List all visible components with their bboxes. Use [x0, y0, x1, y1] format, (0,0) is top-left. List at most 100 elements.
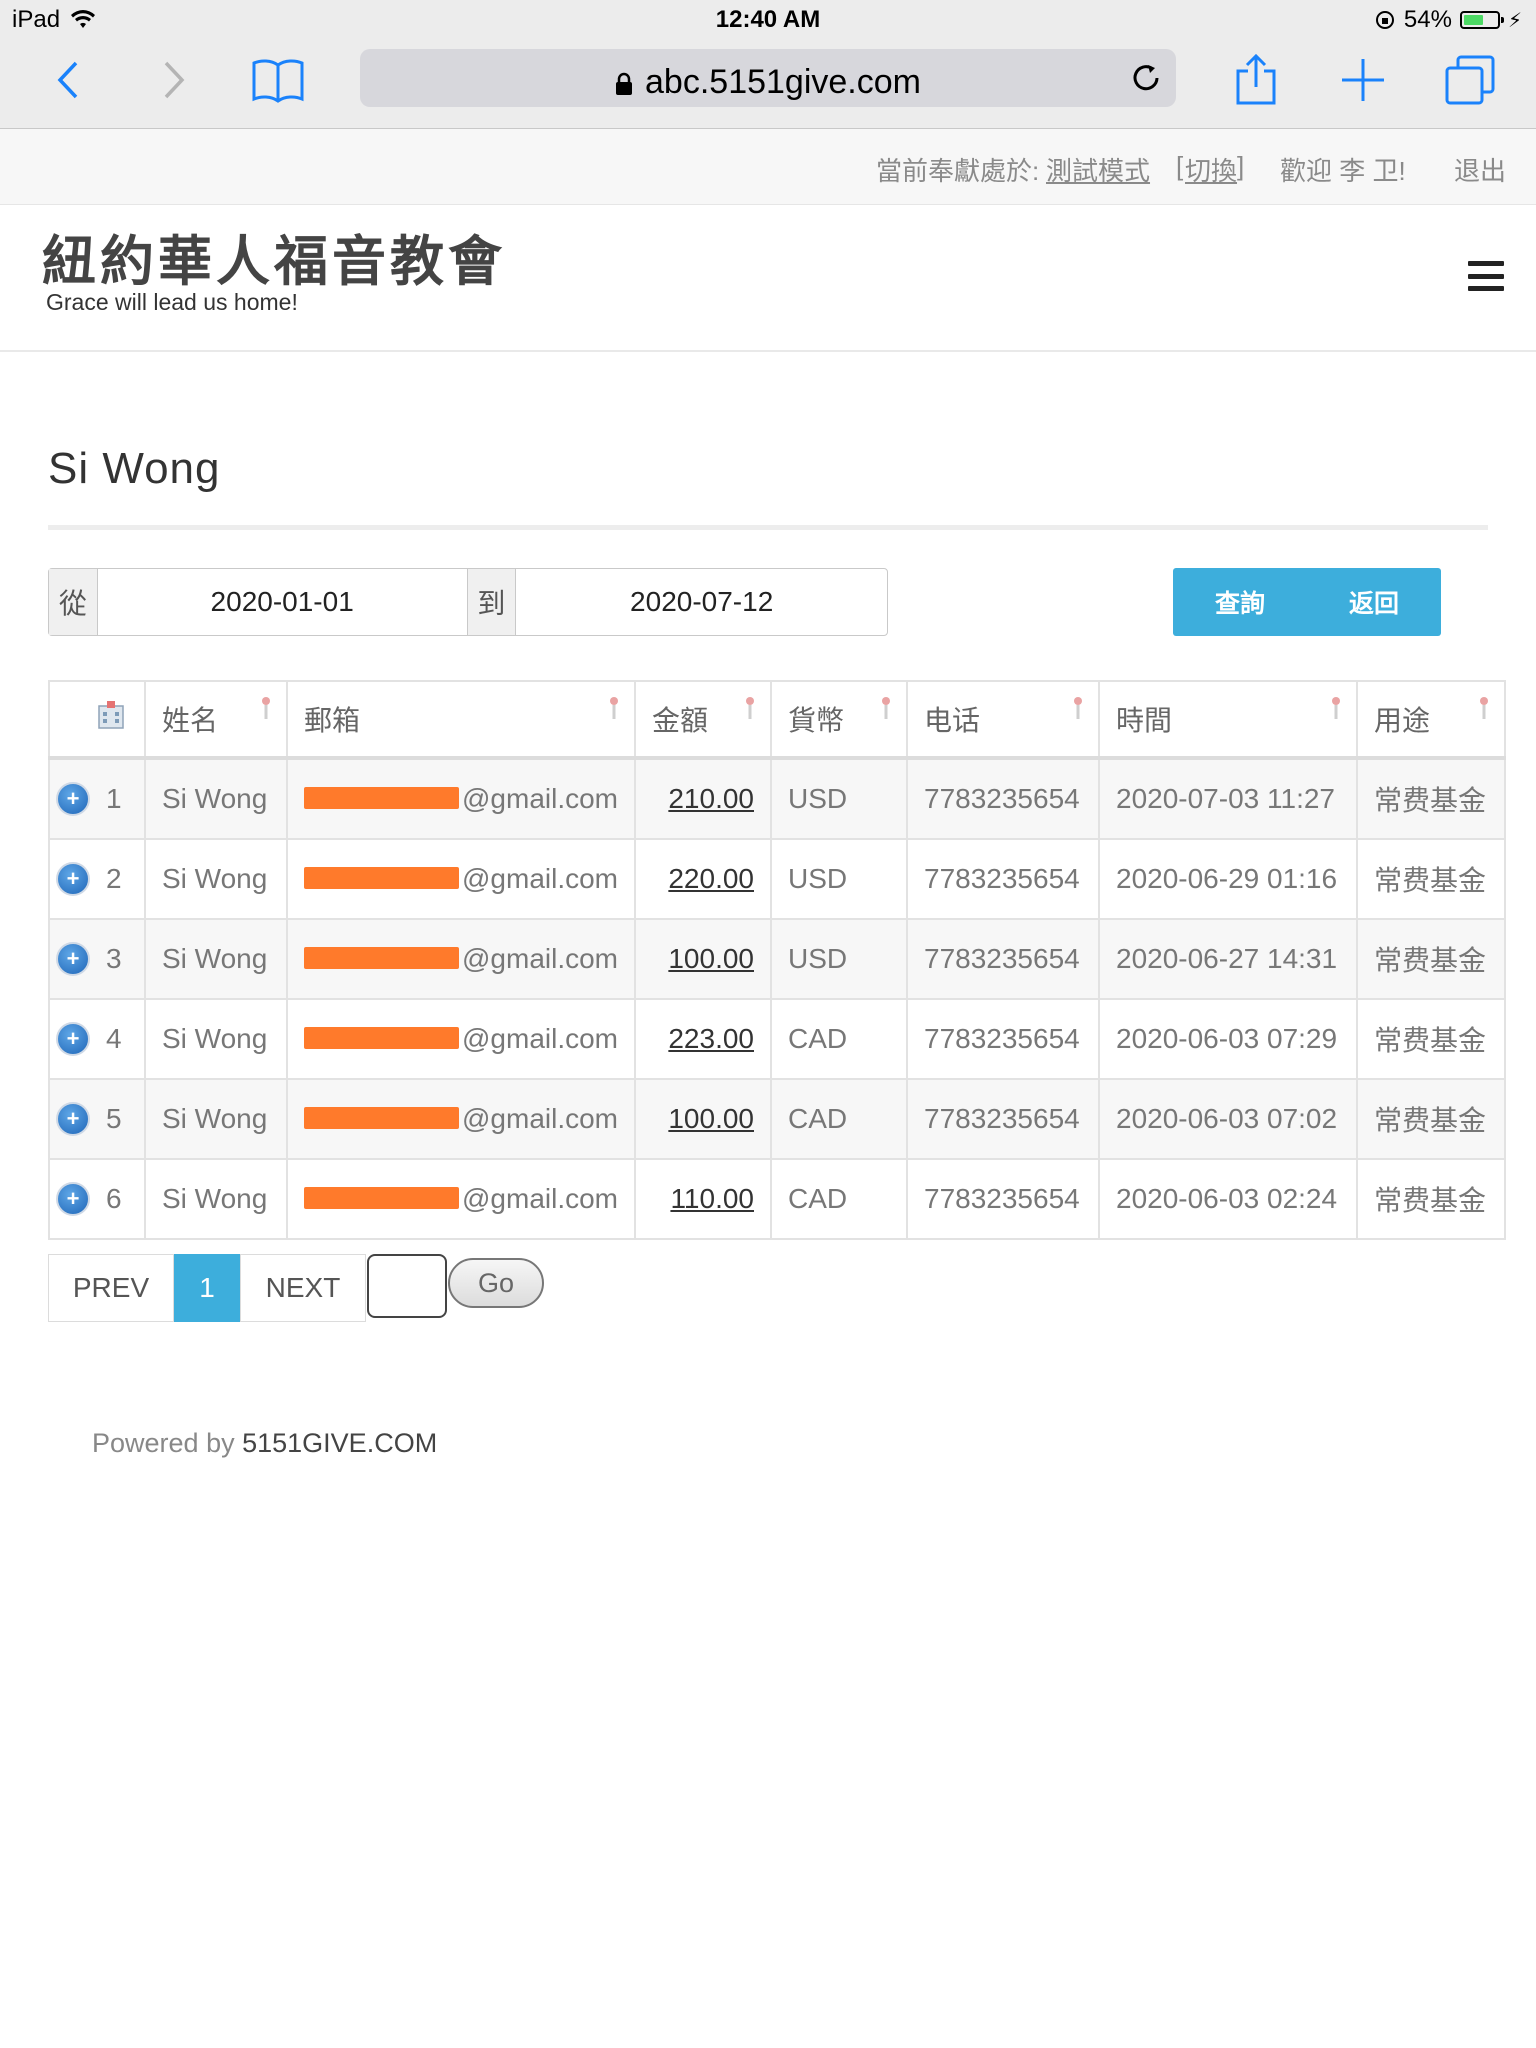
name-cell: Si Wong — [144, 998, 288, 1080]
purpose-cell: 常费基金 — [1356, 998, 1506, 1080]
time-cell: 2020-06-29 01:16 — [1098, 838, 1358, 920]
reload-icon — [1133, 65, 1159, 91]
to-date-input[interactable]: 2020-07-12 — [516, 569, 887, 635]
from-date-input[interactable]: 2020-01-01 — [98, 569, 467, 635]
amount-cell: 100.00 — [634, 918, 772, 1000]
site-header: 紐約華人福音教會 Grace will lead us home! — [0, 205, 1536, 352]
redaction-mark — [304, 787, 459, 809]
expand-row-icon[interactable]: + — [56, 1182, 90, 1216]
footer-brand-link[interactable]: 5151GIVE.COM — [242, 1428, 437, 1458]
go-button[interactable]: Go — [448, 1258, 544, 1308]
back-button[interactable] — [38, 50, 98, 110]
amount-link[interactable]: 210.00 — [668, 783, 754, 814]
title-divider — [48, 525, 1488, 530]
phone-cell: 7783235654 — [906, 838, 1100, 920]
plus-icon — [1342, 59, 1384, 101]
redaction-mark — [304, 1187, 459, 1209]
column-header-time[interactable]: 時間 — [1098, 680, 1358, 760]
amount-link[interactable]: 110.00 — [670, 1183, 754, 1214]
site-title[interactable]: 紐約華人福音教會 — [42, 217, 506, 296]
redaction-mark — [304, 1107, 459, 1129]
hamburger-line — [1468, 273, 1504, 279]
time-cell: 2020-06-03 07:02 — [1098, 1078, 1358, 1160]
address-bar[interactable]: abc.5151give.com — [360, 49, 1176, 107]
amount-link[interactable]: 223.00 — [668, 1023, 754, 1054]
table-row: +6 Si Wong @gmail.com 110.00 CAD 7783235… — [48, 1158, 1506, 1240]
row-index: 6 — [106, 1183, 122, 1214]
row-index: 3 — [106, 943, 122, 974]
phone-cell: 7783235654 — [906, 757, 1100, 840]
expand-row-icon[interactable]: + — [56, 782, 90, 816]
expand-row-icon[interactable]: + — [56, 942, 90, 976]
reload-button[interactable] — [1130, 62, 1162, 99]
page-number-input[interactable] — [367, 1254, 447, 1318]
column-header-amount[interactable]: 金額 — [634, 680, 772, 760]
switch-bracket-open: [ — [1176, 151, 1184, 181]
email-value: @gmail.com — [304, 943, 618, 975]
query-button[interactable]: 查詢 — [1173, 568, 1307, 636]
tabs-button[interactable] — [1440, 50, 1500, 110]
sort-icon — [1480, 697, 1488, 719]
amount-cell: 110.00 — [634, 1158, 772, 1240]
new-tab-button[interactable] — [1333, 50, 1393, 110]
column-header-label: 电话 — [924, 705, 981, 736]
footer-prefix: Powered by — [92, 1428, 235, 1458]
column-header-currency[interactable]: 貨幣 — [770, 680, 908, 760]
email-cell: @gmail.com — [286, 1078, 636, 1160]
purpose-cell: 常费基金 — [1356, 918, 1506, 1000]
next-page-button[interactable]: NEXT — [240, 1254, 366, 1322]
amount-link[interactable]: 100.00 — [668, 943, 754, 974]
page-1-button[interactable]: 1 — [174, 1254, 240, 1322]
amount-link[interactable]: 100.00 — [668, 1103, 754, 1134]
time-cell: 2020-07-03 11:27 — [1098, 757, 1358, 840]
email-value: @gmail.com — [304, 783, 618, 815]
sort-icon — [1074, 697, 1082, 719]
row-index: 4 — [106, 1023, 122, 1054]
expand-row-icon[interactable]: + — [56, 1022, 90, 1056]
status-bar: iPad 12:40 AM 54% ⚡ — [0, 0, 1536, 40]
expand-row-icon[interactable]: + — [56, 862, 90, 896]
switch-link[interactable]: 切換 — [1185, 151, 1237, 188]
back-link-button[interactable]: 返回 — [1307, 568, 1441, 636]
footer: Powered by 5151GIVE.COM — [92, 1428, 437, 1459]
row-expand-cell: +1 — [48, 757, 146, 840]
forward-button[interactable] — [144, 50, 204, 110]
logout-link[interactable]: 退出 — [1454, 151, 1506, 188]
currency-cell: CAD — [770, 1158, 908, 1240]
to-label: 到 — [466, 569, 517, 635]
share-button[interactable] — [1226, 50, 1286, 110]
purpose-cell: 常费基金 — [1356, 1158, 1506, 1240]
amount-cell: 100.00 — [634, 1078, 772, 1160]
mode-value-link[interactable]: 測試模式 — [1046, 151, 1150, 188]
column-header-phone[interactable]: 电话 — [906, 680, 1100, 760]
column-header-name[interactable]: 姓名 — [144, 680, 288, 760]
purpose-cell: 常费基金 — [1356, 1078, 1506, 1160]
name-cell: Si Wong — [144, 838, 288, 920]
prev-page-button[interactable]: PREV — [48, 1254, 174, 1322]
bookmarks-button[interactable] — [248, 50, 308, 110]
amount-link[interactable]: 220.00 — [668, 863, 754, 894]
from-label: 從 — [49, 569, 98, 635]
name-cell: Si Wong — [144, 1158, 288, 1240]
book-icon — [252, 59, 304, 103]
email-cell: @gmail.com — [286, 757, 636, 840]
column-header-email[interactable]: 郵箱 — [286, 680, 636, 760]
hamburger-line — [1468, 261, 1504, 266]
expand-row-icon[interactable]: + — [56, 1102, 90, 1136]
menu-toggle-button[interactable] — [1468, 261, 1504, 291]
page-title: Si Wong — [48, 444, 221, 493]
time-cell: 2020-06-03 07:29 — [1098, 998, 1358, 1080]
browser-toolbar: abc.5151give.com — [0, 40, 1536, 129]
table-row: +4 Si Wong @gmail.com 223.00 CAD 7783235… — [48, 998, 1506, 1080]
column-header-label: 郵箱 — [304, 705, 361, 736]
table-row: +2 Si Wong @gmail.com 220.00 USD 7783235… — [48, 838, 1506, 920]
phone-cell: 7783235654 — [906, 1158, 1100, 1240]
action-button-group: 查詢 返回 — [1173, 568, 1441, 636]
hamburger-line — [1468, 286, 1504, 291]
mode-strip: 當前奉獻處於: 測試模式 [ 切換 ] 歡迎 李 卫! 退出 — [0, 129, 1536, 205]
email-cell: @gmail.com — [286, 918, 636, 1000]
currency-cell: USD — [770, 757, 908, 840]
purpose-cell: 常费基金 — [1356, 838, 1506, 920]
column-header-purpose[interactable]: 用途 — [1356, 680, 1506, 760]
orientation-lock-icon — [1375, 11, 1394, 29]
